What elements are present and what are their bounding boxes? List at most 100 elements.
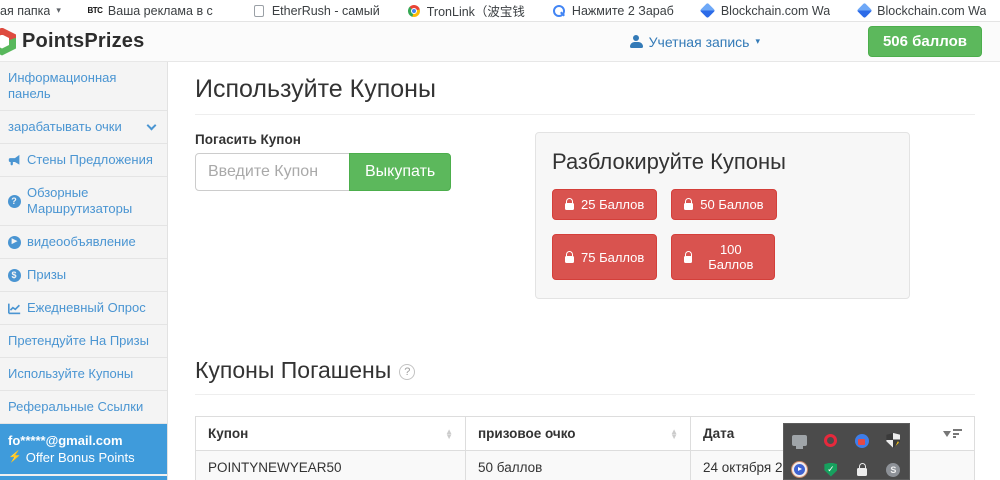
site-header: PointsPrizes Учетная запись ▾ 506 баллов [0,22,1000,62]
sidebar-item-label: Реферальные Ссылки [8,399,143,415]
offer-note: Offer Bonus Points [26,449,135,466]
skype-tray-icon[interactable]: S [885,462,901,478]
lock-icon [684,203,693,210]
media-player-tray-icon[interactable] [792,462,808,478]
coupon-input[interactable] [195,153,350,191]
sidebar-item-label: Обзорные Маршрутизаторы [27,185,159,217]
bonus-offer-card[interactable]: 90*****@qq.com ⚡ Offer Bonus Points [0,476,167,480]
brand-name: PointsPrizes [22,30,144,53]
sidebar-item-video-ads[interactable]: ▶ видеообъявление [0,226,167,259]
chevron-down-icon [147,121,157,131]
blockchain-icon [857,4,871,18]
bookmark-item[interactable]: EtherRush - самый [252,4,380,18]
bookmark-folder[interactable]: ая папка ▾ [0,4,61,18]
question-circle-icon: ? [7,194,21,208]
account-email: fo*****@gmail.com [8,432,159,449]
sidebar-item-daily-poll[interactable]: Ежедневный Опрос [0,292,167,325]
sidebar-item-referral-links[interactable]: Реферальные Ссылки [0,391,167,424]
sidebar-item-prizes[interactable]: $ Призы [0,259,167,292]
history-title: Купоны Погашены [195,357,391,384]
antivirus-check-tray-icon[interactable]: ✓ [823,462,839,478]
column-label: призовое очко [478,426,576,441]
unlock-75-button[interactable]: 75 Баллов [552,234,657,280]
sidebar-item-label: видеообъявление [27,234,136,250]
sidebar-item-use-coupons[interactable]: Используйте Купоны [0,358,167,391]
app-tray-icon[interactable] [854,433,870,449]
divider [195,394,975,395]
sort-icon: ▲▼ [670,429,678,439]
help-icon[interactable]: ? [399,364,415,380]
bookmark-label: EtherRush - самый [272,4,380,18]
browser-bookmarks-bar: ая папка ▾ BTC Ваша реклама в с EtherRus… [0,0,1000,22]
pointsprizes-hexagon-icon [0,28,16,56]
unlock-coupons-panel: Разблокируйте Купоны 25 Баллов 50 Баллов… [535,132,910,299]
column-label: Дата [703,426,734,441]
defender-warning-tray-icon[interactable] [885,433,901,449]
lock-tray-icon[interactable] [854,462,870,478]
page-title: Используйте Купоны [195,75,975,104]
bonus-offer-card[interactable]: fo*****@gmail.com ⚡ Offer Bonus Points [0,424,167,476]
unlock-button-label: 50 Баллов [700,197,763,212]
sidebar-item-label: Призы [27,267,66,283]
person-icon [630,35,643,48]
bookmark-item[interactable]: TronLink（波宝钱 [407,1,525,20]
caret-down-icon: ▾ [56,5,61,16]
bookmark-label: Ваша реклама в с [108,4,213,18]
system-tray-popup: ✓ S [783,423,910,480]
sidebar-item-label: Ежедневный Опрос [27,300,146,316]
unlock-button-label: 75 Баллов [581,250,644,265]
caret-down-icon: ▾ [755,36,760,47]
column-label: Купон [208,426,248,441]
account-menu[interactable]: Учетная запись ▾ [630,34,760,50]
redeem-label: Погасить Купон [195,132,440,147]
bookmark-item[interactable]: Blockchain.com Wa [857,4,986,18]
points-balance-button[interactable]: 506 баллов [868,26,982,57]
sidebar-item-dashboard[interactable]: Информационная панель [0,62,167,111]
main-content: Используйте Купоны Погасить Купон Выкупа… [168,62,1000,480]
bookmark-label: TronLink（波宝钱 [427,1,525,20]
cell-coupon: POINTYNEWYEAR50 [196,451,466,480]
bookmark-item[interactable]: BTC Ваша реклама в с [88,4,213,18]
line-chart-icon [7,301,21,315]
blockchain-icon [701,4,715,18]
sidebar-item-label: Используйте Купоны [8,366,133,382]
sidebar-item-survey-routers[interactable]: ? Обзорные Маршрутизаторы [0,177,167,226]
unlock-50-button[interactable]: 50 Баллов [671,189,776,220]
sidebar-item-label: зарабатывать очки [8,119,122,135]
divider [195,114,975,115]
redeem-form: Погасить Купон Выкупать [195,132,440,191]
cell-points: 50 баллов [466,451,691,480]
sort-desc-icon [943,429,962,438]
magnifier-icon [552,4,566,18]
bookmark-label: Blockchain.com Wa [721,4,830,18]
lock-icon [684,256,692,263]
lock-icon [565,256,574,263]
sidebar-item-label: Претендуйте На Призы [8,333,149,349]
sidebar: Информационная панель зарабатывать очки … [0,62,168,480]
unlock-button-label: 100 Баллов [699,242,762,272]
bookmark-label: Нажмите 2 Зараб [572,4,674,18]
bookmark-item[interactable]: Blockchain.com Wa [701,4,830,18]
account-label: Учетная запись [649,34,750,50]
lock-icon [565,203,574,210]
sidebar-item-earn-points[interactable]: зарабатывать очки [0,111,167,144]
column-header-points[interactable]: призовое очко ▲▼ [466,417,691,451]
coin-icon: $ [7,268,21,282]
monitor-tray-icon[interactable] [792,433,808,449]
bookmark-label: Blockchain.com Wa [877,4,986,18]
opera-tray-icon[interactable] [823,433,839,449]
sidebar-item-label: Информационная панель [8,70,159,102]
sidebar-item-offer-walls[interactable]: Стены Предложения [0,144,167,177]
chrome-icon [407,4,421,18]
document-icon [252,4,266,18]
play-circle-icon: ▶ [7,235,21,249]
brand-logo[interactable]: PointsPrizes [0,28,144,56]
unlock-25-button[interactable]: 25 Баллов [552,189,657,220]
sort-icon: ▲▼ [445,429,453,439]
column-header-coupon[interactable]: Купон ▲▼ [196,417,466,451]
redeem-button[interactable]: Выкупать [349,153,451,191]
unlock-100-button[interactable]: 100 Баллов [671,234,775,280]
bookmark-item[interactable]: Нажмите 2 Зараб [552,4,674,18]
sidebar-item-claim-prizes[interactable]: Претендуйте На Призы [0,325,167,358]
btc-icon: BTC [88,4,102,18]
